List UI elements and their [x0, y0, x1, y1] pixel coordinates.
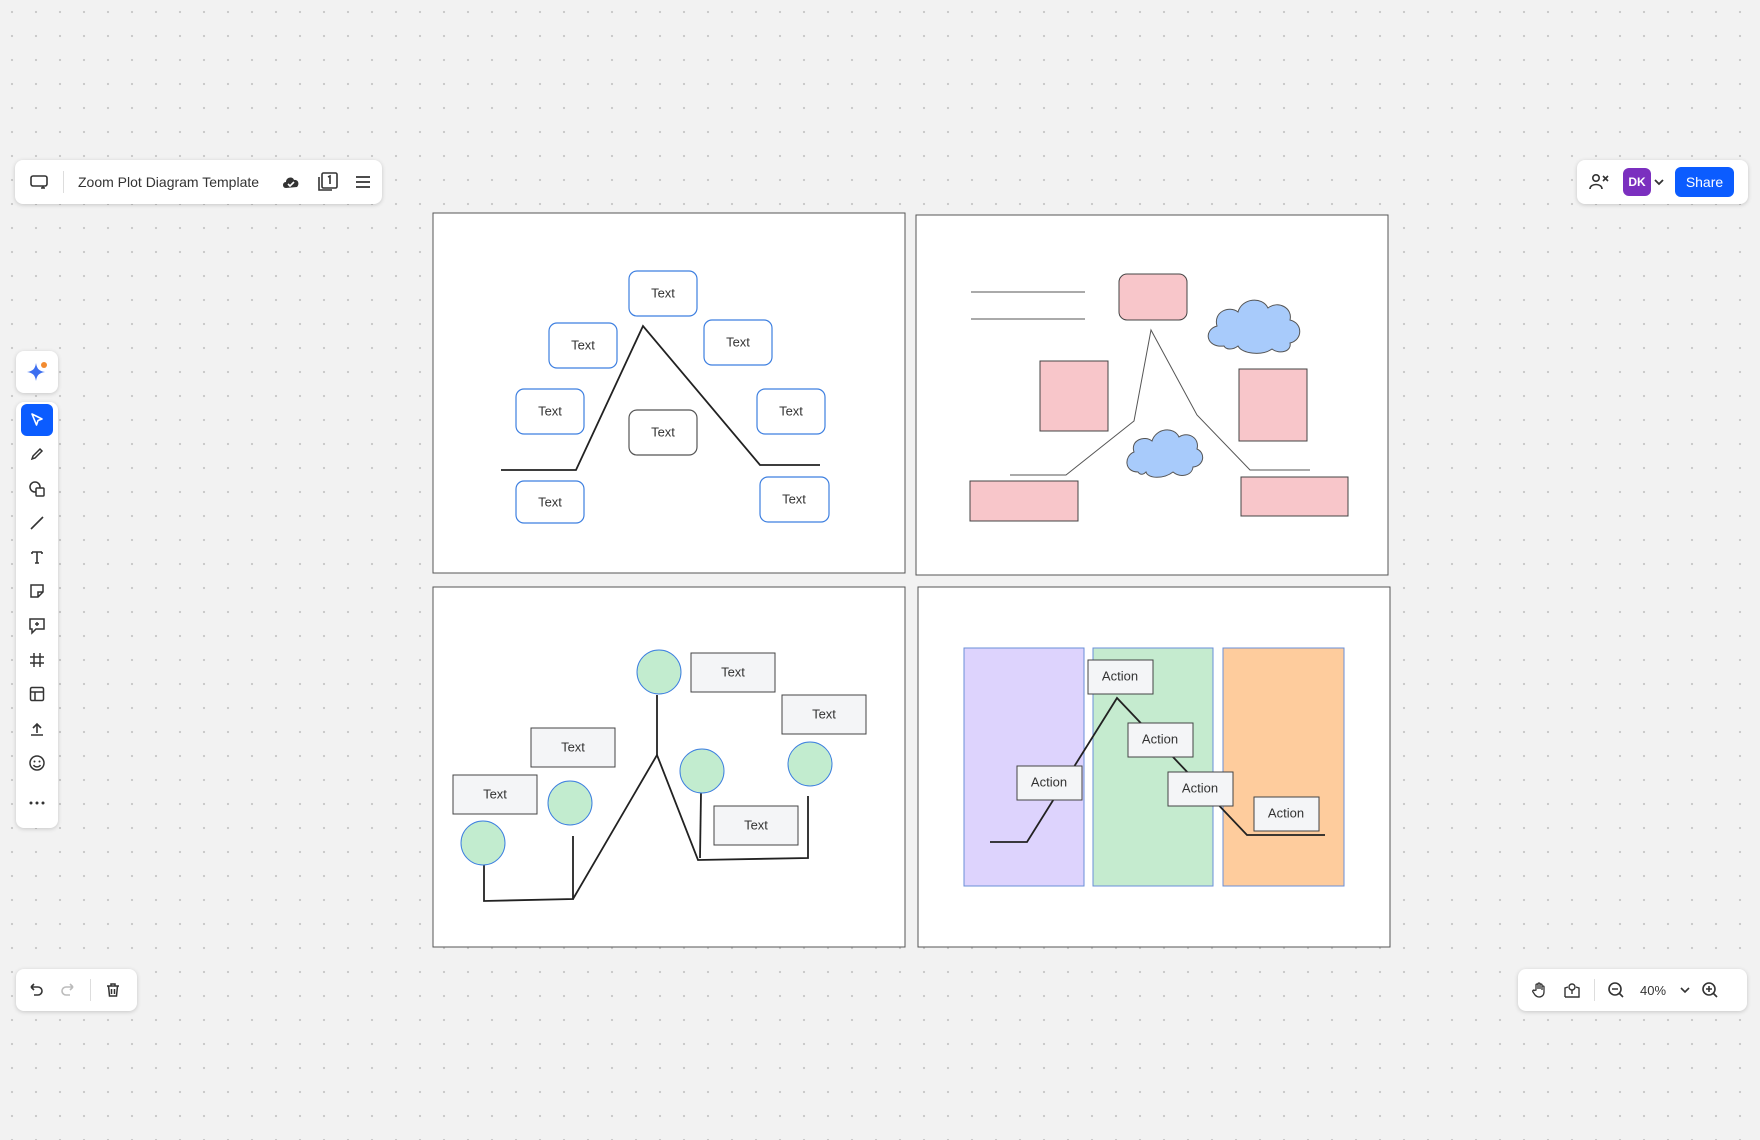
template-icon[interactable] [21, 678, 53, 710]
frame-4[interactable]: Action Action Action Action Action [917, 586, 1391, 948]
frame1-label: Text [538, 403, 562, 418]
minimap-icon[interactable] [1556, 974, 1588, 1006]
history-bar [16, 969, 137, 1011]
frame-2[interactable] [915, 214, 1389, 576]
text-icon[interactable] [21, 541, 53, 573]
zoom-level[interactable]: 40% [1631, 983, 1675, 998]
undo-icon[interactable] [20, 974, 52, 1006]
pages-icon[interactable] [309, 164, 345, 200]
comment-icon[interactable] [21, 610, 53, 642]
zoom-bar: 40% [1518, 969, 1747, 1011]
frame3-label: Text [744, 817, 768, 832]
frame1-label: Text [571, 337, 595, 352]
frame1-label: Text [651, 285, 675, 300]
upload-icon[interactable] [21, 713, 53, 745]
sticky-note-icon[interactable] [21, 575, 53, 607]
frame4-label: Action [1142, 731, 1178, 746]
pen-icon[interactable] [21, 438, 53, 470]
ai-sparkle-icon[interactable] [21, 356, 53, 388]
collaboration-bar: DK Share [1577, 160, 1748, 204]
frame4-label: Action [1102, 668, 1138, 683]
whiteboard-icon[interactable] [19, 164, 59, 200]
frame1-label: Text [651, 424, 675, 439]
emoji-icon[interactable] [21, 747, 53, 779]
frame-icon[interactable] [21, 644, 53, 676]
frame4-label: Action [1268, 805, 1304, 820]
chevron-down-icon[interactable] [1651, 167, 1667, 197]
cloud-saved-icon[interactable] [273, 164, 309, 200]
zoom-in-icon[interactable] [1695, 974, 1725, 1006]
follow-user-icon[interactable] [1581, 164, 1617, 200]
redo-icon[interactable] [52, 974, 84, 1006]
ai-companion-panel [16, 351, 58, 393]
frame3-label: Text [483, 786, 507, 801]
frame3-label: Text [721, 664, 745, 679]
divider [1594, 979, 1595, 1001]
hand-icon[interactable] [1524, 974, 1556, 1006]
frame1-label: Text [538, 494, 562, 509]
share-button[interactable]: Share [1675, 167, 1734, 197]
frame1-label: Text [782, 491, 806, 506]
more-icon[interactable] [21, 787, 53, 819]
chevron-down-icon[interactable] [1675, 974, 1695, 1006]
zoom-out-icon[interactable] [1601, 974, 1631, 1006]
menu-icon[interactable] [345, 164, 381, 200]
shapes-icon[interactable] [21, 473, 53, 505]
line-icon[interactable] [21, 507, 53, 539]
document-header: Zoom Plot Diagram Template [15, 160, 382, 204]
select-icon[interactable] [21, 404, 53, 436]
frame3-label: Text [561, 739, 585, 754]
avatar[interactable]: DK [1623, 168, 1651, 196]
document-title[interactable]: Zoom Plot Diagram Template [78, 174, 259, 190]
divider [90, 979, 91, 1001]
divider [63, 171, 64, 193]
frame1-label: Text [726, 334, 750, 349]
frame4-label: Action [1182, 780, 1218, 795]
frame1-label: Text [779, 403, 803, 418]
tool-bar [16, 402, 58, 828]
frame-1[interactable]: Text Text Text Text Text Text Text Text [432, 212, 906, 574]
frame3-label: Text [812, 706, 836, 721]
trash-icon[interactable] [97, 974, 129, 1006]
frame4-label: Action [1031, 774, 1067, 789]
frame-3[interactable]: Text Text Text Text Text [432, 586, 906, 948]
